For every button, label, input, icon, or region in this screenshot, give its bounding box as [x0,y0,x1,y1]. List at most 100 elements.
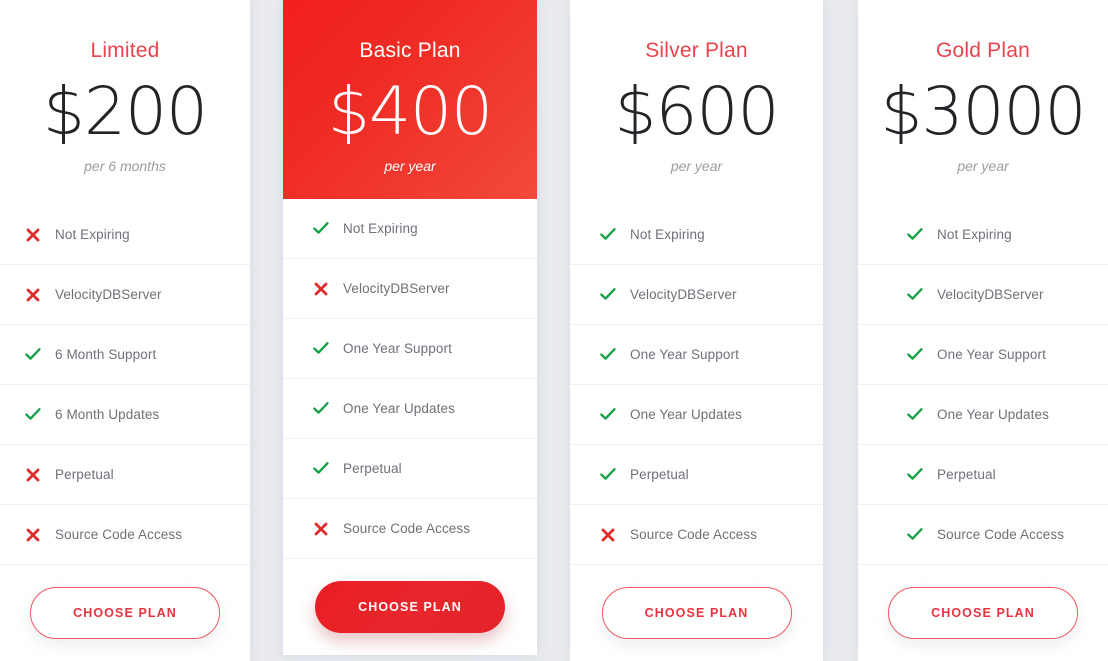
cross-icon [600,527,616,543]
feature-label: One Year Support [343,341,452,356]
feature-list: Not Expiring VelocityDBServer One Year Sup… [858,205,1108,565]
feature-label: One Year Updates [343,401,455,416]
pricing-table: Limited $200 per 6 months Not Expiring Ve… [0,0,1108,661]
plan-period: per 6 months [84,158,166,174]
feature-row: VelocityDBServer [0,265,250,325]
plan-footer: CHOOSE PLAN [0,565,250,661]
check-icon [313,341,329,357]
plan-footer: CHOOSE PLAN [283,559,537,655]
cross-icon [25,227,41,243]
feature-label: Not Expiring [343,221,418,236]
feature-label: VelocityDBServer [343,281,450,296]
check-icon [600,347,616,363]
feature-label: One Year Support [937,347,1046,362]
feature-row: One Year Updates [570,385,823,445]
plan-period: per year [670,158,723,174]
feature-label: Source Code Access [343,521,471,536]
feature-label: Not Expiring [630,227,705,242]
check-icon [907,227,923,243]
feature-row: VelocityDBServer [858,265,1108,325]
plan-period: per year [957,158,1009,174]
feature-label: VelocityDBServer [937,287,1044,302]
feature-label: Source Code Access [937,527,1065,542]
feature-row: Not Expiring [570,205,823,265]
check-icon [313,401,329,417]
check-icon [907,347,923,363]
feature-row: One Year Support [283,319,537,379]
feature-label: Not Expiring [55,227,130,242]
plan-name: Basic Plan [359,39,461,62]
plan-name: Silver Plan [645,39,748,62]
plan-name: Gold Plan [935,39,1031,62]
check-icon [25,407,41,423]
feature-label: Source Code Access [630,527,758,542]
feature-row: One Year Support [570,325,823,385]
feature-label: 6 Month Support [55,347,157,362]
feature-list: Not Expiring VelocityDBServer One Year Sup… [283,199,537,559]
plan-footer: CHOOSE PLAN [858,565,1108,661]
feature-row: 6 Month Support [0,325,250,385]
feature-row: Not Expiring [858,205,1108,265]
feature-list: Not Expiring VelocityDBServer 6 Month Supp… [0,205,250,565]
feature-label: 6 Month Updates [55,407,160,422]
feature-label: Perpetual [937,467,996,482]
feature-row: VelocityDBServer [570,265,823,325]
feature-row: One Year Updates [858,385,1108,445]
choose-plan-button[interactable]: CHOOSE PLAN [315,581,505,633]
check-icon [25,347,41,363]
plan-header: Silver Plan $600 per year [570,0,823,205]
check-icon [907,407,923,423]
choose-plan-button[interactable]: CHOOSE PLAN [601,587,792,639]
check-icon [313,461,329,477]
check-icon [313,221,329,237]
feature-row: 6 Month Updates [0,385,250,445]
feature-row: Source Code Access [283,499,537,559]
feature-label: One Year Updates [937,407,1049,422]
feature-row: Not Expiring [0,205,250,265]
feature-label: Not Expiring [937,227,1012,242]
plan-price: $600 [614,73,780,150]
feature-row: One Year Support [858,325,1108,385]
check-icon [907,287,923,303]
check-icon [600,467,616,483]
feature-row: Perpetual [0,445,250,505]
feature-row: VelocityDBServer [283,259,537,319]
feature-row: Source Code Access [570,505,823,565]
feature-row: Source Code Access [858,505,1108,565]
plan-price: $200 [43,73,208,150]
feature-label: One Year Support [630,347,739,362]
cross-icon [313,281,329,297]
feature-row: Perpetual [858,445,1108,505]
choose-plan-button[interactable]: CHOOSE PLAN [888,587,1078,639]
feature-row: Not Expiring [283,199,537,259]
feature-label: VelocityDBServer [630,287,737,302]
feature-label: Perpetual [343,461,402,476]
check-icon [600,287,616,303]
choose-plan-button[interactable]: CHOOSE PLAN [30,587,220,639]
plan-card-limited[interactable]: Limited $200 per 6 months Not Expiring Ve… [0,0,250,661]
plan-footer: CHOOSE PLAN [570,565,823,661]
plan-period: per year [384,158,436,174]
feature-list: Not Expiring VelocityDBServer One Year Sup… [570,205,823,565]
cross-icon [25,527,41,543]
feature-label: Perpetual [55,467,114,482]
check-icon [907,467,923,483]
feature-label: Perpetual [630,467,689,482]
feature-row: Perpetual [570,445,823,505]
feature-label: Source Code Access [55,527,183,542]
plan-card-basic[interactable]: Basic Plan $400 per year Not Expiring Vel… [283,0,537,655]
check-icon [600,227,616,243]
feature-label: VelocityDBServer [55,287,162,302]
cross-icon [313,521,329,537]
plan-header: Limited $200 per 6 months [0,0,250,205]
plan-price: $400 [328,73,493,150]
plan-header: Gold Plan $3000 per year [858,0,1108,205]
feature-row: Perpetual [283,439,537,499]
plan-card-silver[interactable]: Silver Plan $600 per year Not Expiring Ve… [570,0,823,661]
feature-label: One Year Updates [630,407,742,422]
plan-card-gold[interactable]: Gold Plan $3000 per year Not Expiring Vel… [858,0,1108,661]
plan-price: $3000 [880,73,1087,150]
plan-header: Basic Plan $400 per year [283,0,537,199]
check-icon [907,527,923,543]
feature-row: One Year Updates [283,379,537,439]
